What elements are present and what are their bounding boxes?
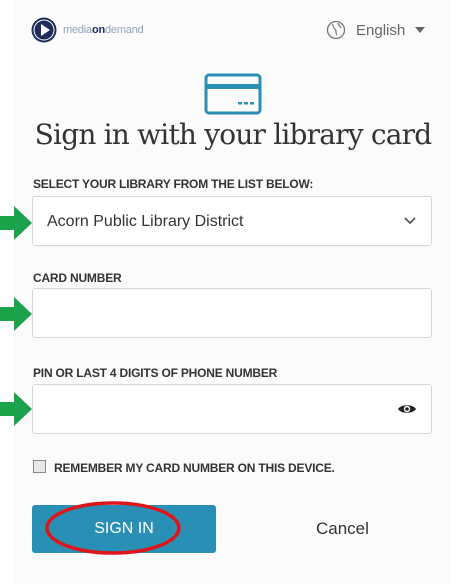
card-number-input[interactable] xyxy=(32,288,432,338)
media-on-demand-logo-icon xyxy=(31,17,57,43)
library-select[interactable]: Acorn Public Library District xyxy=(32,196,432,246)
remember-checkbox[interactable] xyxy=(33,460,46,473)
logo-text: mediaondemand xyxy=(63,24,144,36)
library-card-icon xyxy=(204,73,262,115)
cancel-link[interactable]: Cancel xyxy=(316,519,369,539)
arrow-right-icon xyxy=(0,206,32,240)
language-label: English xyxy=(356,21,406,39)
chevron-down-icon xyxy=(404,217,416,225)
remember-label[interactable]: REMEMBER MY CARD NUMBER ON THIS DEVICE. xyxy=(54,461,335,475)
language-selector[interactable]: English xyxy=(326,16,426,44)
pin-input[interactable] xyxy=(32,384,432,434)
annotation-ring xyxy=(45,501,181,555)
arrow-right-icon xyxy=(0,392,32,426)
arrow-right-icon xyxy=(0,297,32,331)
card-number-label: CARD NUMBER xyxy=(33,271,122,285)
logo[interactable]: mediaondemand xyxy=(30,16,144,44)
eye-icon[interactable] xyxy=(397,402,417,416)
library-select-label: SELECT YOUR LIBRARY FROM THE LIST BELOW: xyxy=(33,177,314,191)
page-title: Sign in with your library card xyxy=(34,118,432,151)
panel-edge xyxy=(452,0,456,584)
library-select-value: Acorn Public Library District xyxy=(47,213,244,230)
pin-label: PIN OR LAST 4 DIGITS OF PHONE NUMBER xyxy=(33,366,278,380)
globe-icon xyxy=(326,20,346,40)
caret-down-icon xyxy=(415,27,426,33)
